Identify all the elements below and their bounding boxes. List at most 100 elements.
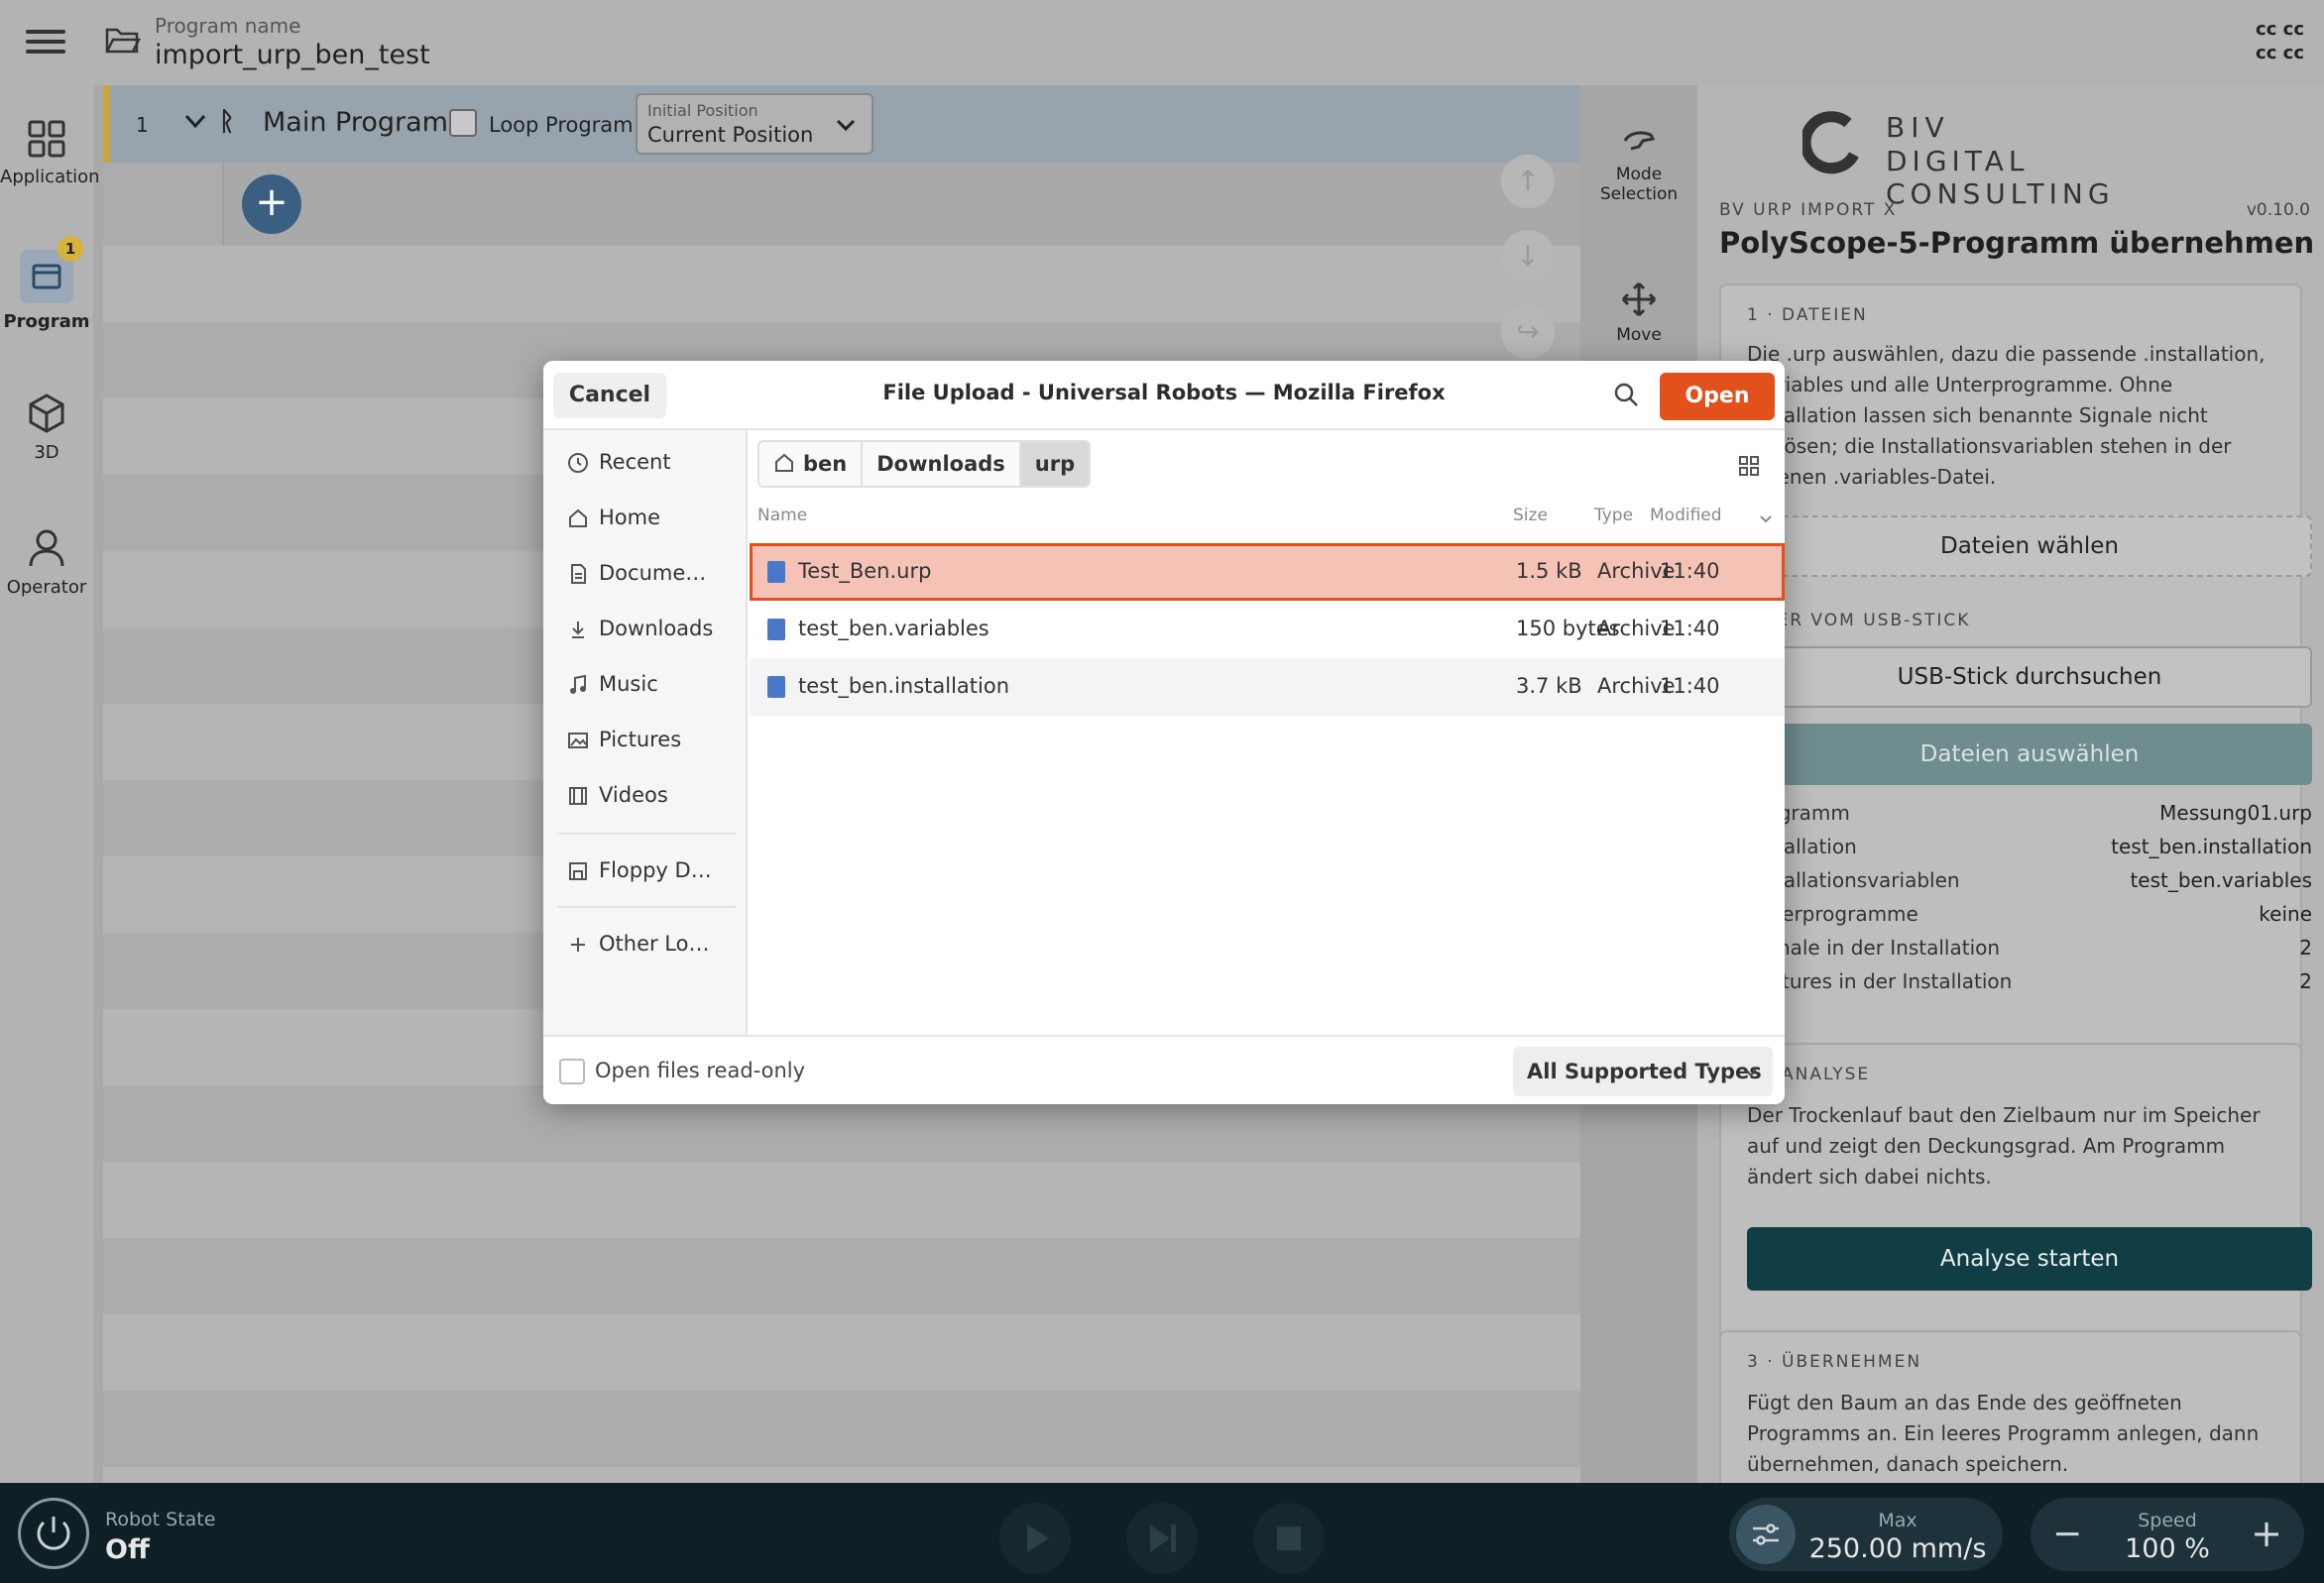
biv-logo: BIV DIGITAL CONSULTING xyxy=(1791,111,2207,210)
main-program-label: Main Program xyxy=(263,107,448,138)
file-upload-dialog: Cancel File Upload - Universal Robots — … xyxy=(543,361,1785,1104)
folder-icon[interactable] xyxy=(105,24,141,56)
move-button[interactable]: Move xyxy=(1580,280,1697,345)
person-icon xyxy=(29,529,64,567)
menu-icon[interactable] xyxy=(26,24,65,59)
column-modified[interactable]: Modified xyxy=(1650,506,1722,525)
breadcrumb-ben[interactable]: ben xyxy=(759,442,864,486)
document-icon xyxy=(571,564,586,584)
place-floppy[interactable]: Floppy D… xyxy=(557,850,742,890)
file-row[interactable]: test_ben.variables 150 bytes Archive 11:… xyxy=(750,601,1785,658)
file-row[interactable]: test_ben.installation 3.7 kB Archive 11:… xyxy=(750,658,1785,716)
play-icon xyxy=(1027,1525,1049,1552)
select-files-button[interactable]: Dateien auswählen xyxy=(1747,724,2312,785)
redo-button[interactable]: ↪ xyxy=(1501,305,1555,359)
move-arrows-icon xyxy=(1621,282,1657,317)
loop-program-checkbox[interactable] xyxy=(449,109,477,137)
add-node-button[interactable]: + xyxy=(242,174,301,234)
place-videos[interactable]: Videos xyxy=(557,775,742,815)
video-icon xyxy=(569,787,587,805)
file-type-filter[interactable]: All Supported Types xyxy=(1513,1047,1773,1096)
search-icon[interactable] xyxy=(1612,381,1640,408)
column-size[interactable]: Size xyxy=(1513,506,1548,525)
start-analysis-button[interactable]: Analyse starten xyxy=(1747,1227,2312,1291)
program-name[interactable]: import_urp_ben_test xyxy=(155,40,430,70)
program-name-label: Program name xyxy=(155,14,301,38)
apply-section: 3 · ÜBERNEHMEN Fügt den Baum an das Ende… xyxy=(1719,1330,2302,1489)
dialog-header: Cancel File Upload - Universal Robots — … xyxy=(543,361,1785,430)
cube-icon xyxy=(29,394,64,433)
sort-chevron-icon xyxy=(1760,515,1772,523)
summary-row: Signale in der Installation 2 xyxy=(1747,936,2312,960)
version-label: v0.10.0 xyxy=(2246,200,2310,220)
sidebar-item-3d[interactable]: 3D xyxy=(0,393,93,463)
home-icon xyxy=(569,509,587,527)
speed-increase-button[interactable]: + xyxy=(2251,1512,2282,1555)
dialog-title: File Upload - Universal Robots — Mozilla… xyxy=(882,381,1446,404)
power-icon xyxy=(37,1517,70,1550)
summary-row: Features in der Installation 2 xyxy=(1747,969,2312,993)
grid-view-icon[interactable] xyxy=(1737,454,1761,478)
breadcrumb-downloads[interactable]: Downloads xyxy=(863,442,1021,486)
panel-kicker: BV URP IMPORT X xyxy=(1719,200,1898,220)
power-button[interactable] xyxy=(18,1498,89,1569)
sidebar-item-program[interactable]: 1 Program xyxy=(0,236,93,332)
music-icon xyxy=(570,674,586,694)
place-other-locations[interactable]: Other Lo… xyxy=(557,924,742,963)
clock-icon xyxy=(568,453,588,473)
grid-icon xyxy=(28,120,65,158)
dialog-footer: Open files read-only All Supported Types xyxy=(543,1035,1785,1104)
mode-selection-button[interactable]: Mode Selection xyxy=(1580,125,1697,204)
readonly-checkbox[interactable] xyxy=(559,1059,585,1084)
sidebar: Application 1 Program 3D Operator xyxy=(0,85,100,1483)
open-button[interactable]: Open xyxy=(1660,373,1775,420)
initial-position-select[interactable]: Initial Position Current Position xyxy=(636,93,873,155)
sidebar-item-operator[interactable]: Operator xyxy=(0,527,93,598)
program-icon: 1 xyxy=(20,236,83,303)
places-divider xyxy=(557,906,736,908)
play-button[interactable] xyxy=(999,1503,1071,1574)
stop-button[interactable] xyxy=(1253,1503,1325,1574)
section-text: Die .urp auswählen, dazu die passende .i… xyxy=(1747,342,2266,489)
step-button[interactable] xyxy=(1126,1503,1198,1574)
usb-browse-button[interactable]: USB-Stick durchsuchen xyxy=(1747,646,2312,708)
places-divider xyxy=(557,833,736,835)
file-row[interactable]: Test_Ben.urp 1.5 kB Archive 11:40 xyxy=(750,543,1785,601)
logo-mark-icon xyxy=(1802,111,1859,174)
files-section: 1 · DATEIEN Die .urp auswählen, dazu die… xyxy=(1719,283,2312,1102)
place-downloads[interactable]: Downloads xyxy=(557,609,742,648)
move-up-button[interactable]: ↑ xyxy=(1501,155,1555,208)
skip-icon xyxy=(1150,1525,1176,1552)
place-music[interactable]: Music xyxy=(557,664,742,704)
place-home[interactable]: Home xyxy=(557,498,742,537)
stop-icon xyxy=(1277,1526,1301,1550)
tree-empty-row xyxy=(103,1162,1580,1238)
summary-row: Installation test_ben.installation xyxy=(1747,835,2312,858)
place-pictures[interactable]: Pictures xyxy=(557,720,742,759)
choose-files-button[interactable]: Dateien wählen xyxy=(1747,515,2312,577)
file-icon xyxy=(767,676,785,698)
notification-badge: 1 xyxy=(58,236,83,262)
section-text: Fügt den Baum an das Ende des geöffneten… xyxy=(1747,1391,2260,1476)
file-icon xyxy=(767,619,785,640)
file-icon xyxy=(767,561,785,583)
column-name[interactable]: Name xyxy=(757,506,807,525)
tree-empty-row xyxy=(103,1238,1580,1314)
sidebar-item-application[interactable]: Application xyxy=(0,119,100,187)
chevron-down-icon xyxy=(836,119,856,132)
column-type[interactable]: Type xyxy=(1594,506,1633,525)
max-speed-control[interactable]: Max 250.00 mm/s xyxy=(1729,1498,2003,1571)
tree-empty-row xyxy=(103,1314,1580,1391)
place-documents[interactable]: Docume… xyxy=(557,553,742,593)
chevron-down-icon xyxy=(1745,1069,1757,1077)
picture-icon xyxy=(568,733,588,748)
place-recent[interactable]: Recent xyxy=(557,442,742,482)
places-sidebar: Recent Home Docume… Downloads Music Pict… xyxy=(543,430,748,1035)
chevron-down-icon[interactable] xyxy=(181,107,209,135)
bottom-bar: Robot State Off Max 250.00 mm/s − Speed … xyxy=(0,1483,2324,1583)
breadcrumb-urp[interactable]: urp xyxy=(1020,442,1090,486)
move-down-button[interactable]: ↓ xyxy=(1501,230,1555,283)
speed-decrease-button[interactable]: − xyxy=(2052,1514,2082,1554)
download-icon xyxy=(572,622,584,638)
main-program-row[interactable]: 1 ᚱ Main Program Loop Program Initial Po… xyxy=(103,85,1580,163)
